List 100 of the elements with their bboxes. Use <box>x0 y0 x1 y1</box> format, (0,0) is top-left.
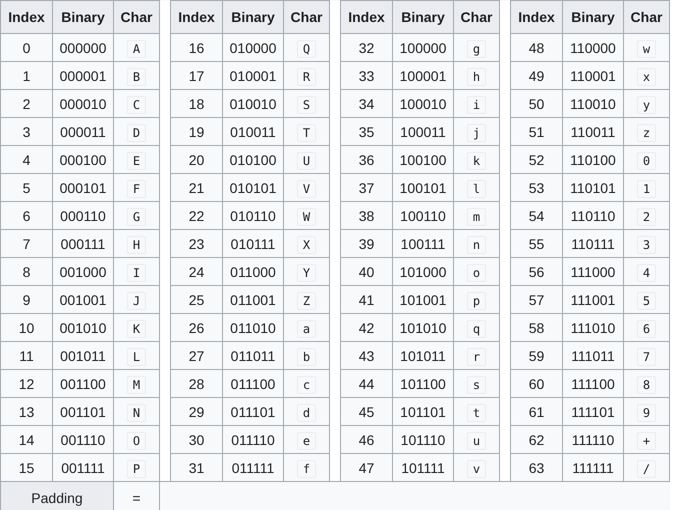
table-cell: 001100 <box>52 370 114 398</box>
table-cell: 100011 <box>392 118 454 146</box>
table-cell: 011001 <box>222 286 284 314</box>
table-cell: 000001 <box>52 62 114 90</box>
table-cell: 010100 <box>222 146 284 174</box>
table-cell: 0 <box>0 34 52 62</box>
table-cell: 010000 <box>222 34 284 62</box>
table-cell: 001010 <box>52 314 114 342</box>
table-cell: 101101 <box>392 398 454 426</box>
table-cell: 111101 <box>562 398 624 426</box>
table-cell: 100010 <box>392 90 454 118</box>
character-code: q <box>466 320 486 338</box>
table-cell: 36 <box>340 146 392 174</box>
table-cell: 16 <box>170 34 222 62</box>
column-header: Index <box>170 0 222 34</box>
table-cell: 62 <box>510 426 562 454</box>
character-code: o <box>466 264 486 282</box>
character-code: 0 <box>636 152 656 170</box>
table-cell: 001001 <box>52 286 114 314</box>
table-cell: 110011 <box>562 118 624 146</box>
table-cell: 010101 <box>222 174 284 202</box>
table-cell: 111111 <box>562 454 624 482</box>
table-cell: 011011 <box>222 342 284 370</box>
table-cell: 41 <box>340 286 392 314</box>
table-cell: 13 <box>0 398 52 426</box>
table-cell: 21 <box>170 174 222 202</box>
table-cell: 51 <box>510 118 562 146</box>
table-cell: 000010 <box>52 90 114 118</box>
table-cell: 30 <box>170 426 222 454</box>
character-code: f <box>296 460 316 478</box>
table-cell: 001011 <box>52 342 114 370</box>
character-code: t <box>466 404 486 422</box>
table-cell: 53 <box>510 174 562 202</box>
character-code: v <box>466 460 486 478</box>
character-code: c <box>296 376 316 394</box>
table-cell: 000011 <box>52 118 114 146</box>
column-header: Char <box>284 0 330 34</box>
table-cell: 5 <box>0 174 52 202</box>
table-cell: 101110 <box>392 426 454 454</box>
table-cell: 14 <box>0 426 52 454</box>
column-header: Binary <box>562 0 624 34</box>
table-cell: 101100 <box>392 370 454 398</box>
table-cell: 6 <box>0 202 52 230</box>
table-cell: 100101 <box>392 174 454 202</box>
table-cell: 111010 <box>562 314 624 342</box>
table-cell: 000100 <box>52 146 114 174</box>
character-code: g <box>466 40 486 58</box>
character-code: d <box>296 404 316 422</box>
table-cell: 12 <box>0 370 52 398</box>
character-code: K <box>126 320 146 338</box>
table-cell: 000110 <box>52 202 114 230</box>
table-cell: 47 <box>340 454 392 482</box>
table-cell: 000111 <box>52 230 114 258</box>
table-cell: 9 <box>0 286 52 314</box>
table-cell: 35 <box>340 118 392 146</box>
table-cell: 2 <box>0 90 52 118</box>
table-cell: 001000 <box>52 258 114 286</box>
table-cell: 110111 <box>562 230 624 258</box>
character-code: n <box>466 236 486 254</box>
character-code: A <box>126 40 146 58</box>
table-cell: 010001 <box>222 62 284 90</box>
character-code: G <box>126 208 146 226</box>
table-cell: 46 <box>340 426 392 454</box>
table-cell: 8 <box>0 258 52 286</box>
table-cell: 52 <box>510 146 562 174</box>
character-code: 4 <box>636 264 656 282</box>
table-cell: 100111 <box>392 230 454 258</box>
table-cell: 101011 <box>392 342 454 370</box>
table-cell: 100110 <box>392 202 454 230</box>
table-cell: 60 <box>510 370 562 398</box>
table-cell: 55 <box>510 230 562 258</box>
table-cell: 110100 <box>562 146 624 174</box>
table-cell: 110010 <box>562 90 624 118</box>
table-cell: 101111 <box>392 454 454 482</box>
character-code: J <box>126 292 146 310</box>
character-code: 2 <box>636 208 656 226</box>
character-code: Z <box>296 292 316 310</box>
character-code: j <box>466 124 486 142</box>
column-header: Index <box>340 0 392 34</box>
character-code: P <box>126 460 146 478</box>
table-cell: 37 <box>340 174 392 202</box>
character-code: 9 <box>636 404 656 422</box>
table-cell: 011101 <box>222 398 284 426</box>
character-code: W <box>296 208 316 226</box>
character-code: b <box>296 348 316 366</box>
character-code: Q <box>296 40 316 58</box>
character-code: D <box>126 124 146 142</box>
table-cell: 50 <box>510 90 562 118</box>
table-cell: 110001 <box>562 62 624 90</box>
table-cell: 000101 <box>52 174 114 202</box>
character-code: 8 <box>636 376 656 394</box>
character-code: / <box>636 460 656 478</box>
table-cell: 110000 <box>562 34 624 62</box>
column-header: Index <box>0 0 52 34</box>
table-cell: 29 <box>170 398 222 426</box>
table-cell: 56 <box>510 258 562 286</box>
character-code: y <box>636 96 656 114</box>
character-code: r <box>466 348 486 366</box>
table-cell: 10 <box>0 314 52 342</box>
table-cell: 58 <box>510 314 562 342</box>
